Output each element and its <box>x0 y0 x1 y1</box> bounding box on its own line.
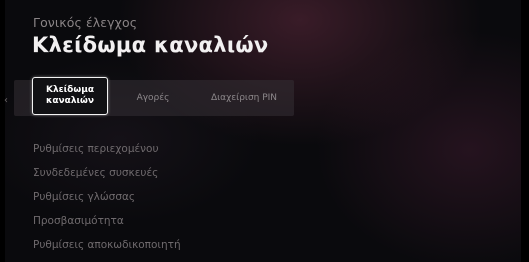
screen-border-right <box>521 0 529 262</box>
tab-channel-lock[interactable]: Κλείδωμα καναλιών <box>32 77 108 115</box>
tab-purchases[interactable]: Αγορές <box>118 80 188 116</box>
menu-item-accessibility[interactable]: Προσβασιμότητα <box>33 215 124 227</box>
tv-settings-screen: Γονικός έλεγχος Κλείδωμα καναλιών ‹ Κλεί… <box>0 0 529 262</box>
breadcrumb: Γονικός έλεγχος <box>33 15 138 30</box>
tab-bar: Κλείδωμα καναλιών Αγορές Διαχείριση PIN <box>14 77 294 116</box>
page-title: Κλείδωμα καναλιών <box>32 33 269 57</box>
tab-label: Αγορές <box>136 93 170 103</box>
menu-item-language-settings[interactable]: Ρυθμίσεις γλώσσας <box>33 191 135 203</box>
tab-pin-management[interactable]: Διαχείριση PIN <box>200 80 288 116</box>
menu-item-connected-devices[interactable]: Συνδεδεμένες συσκευές <box>33 167 158 179</box>
screen-border-left <box>0 0 5 262</box>
tab-label: Κλείδωμα καναλιών <box>45 85 95 106</box>
menu-item-content-settings[interactable]: Ρυθμίσεις περιεχομένου <box>33 143 159 155</box>
tab-label: Διαχείριση PIN <box>210 93 278 103</box>
chevron-left-icon[interactable]: ‹ <box>4 95 8 106</box>
menu-item-decoder-settings[interactable]: Ρυθμίσεις αποκωδικοποιητή <box>33 239 181 251</box>
